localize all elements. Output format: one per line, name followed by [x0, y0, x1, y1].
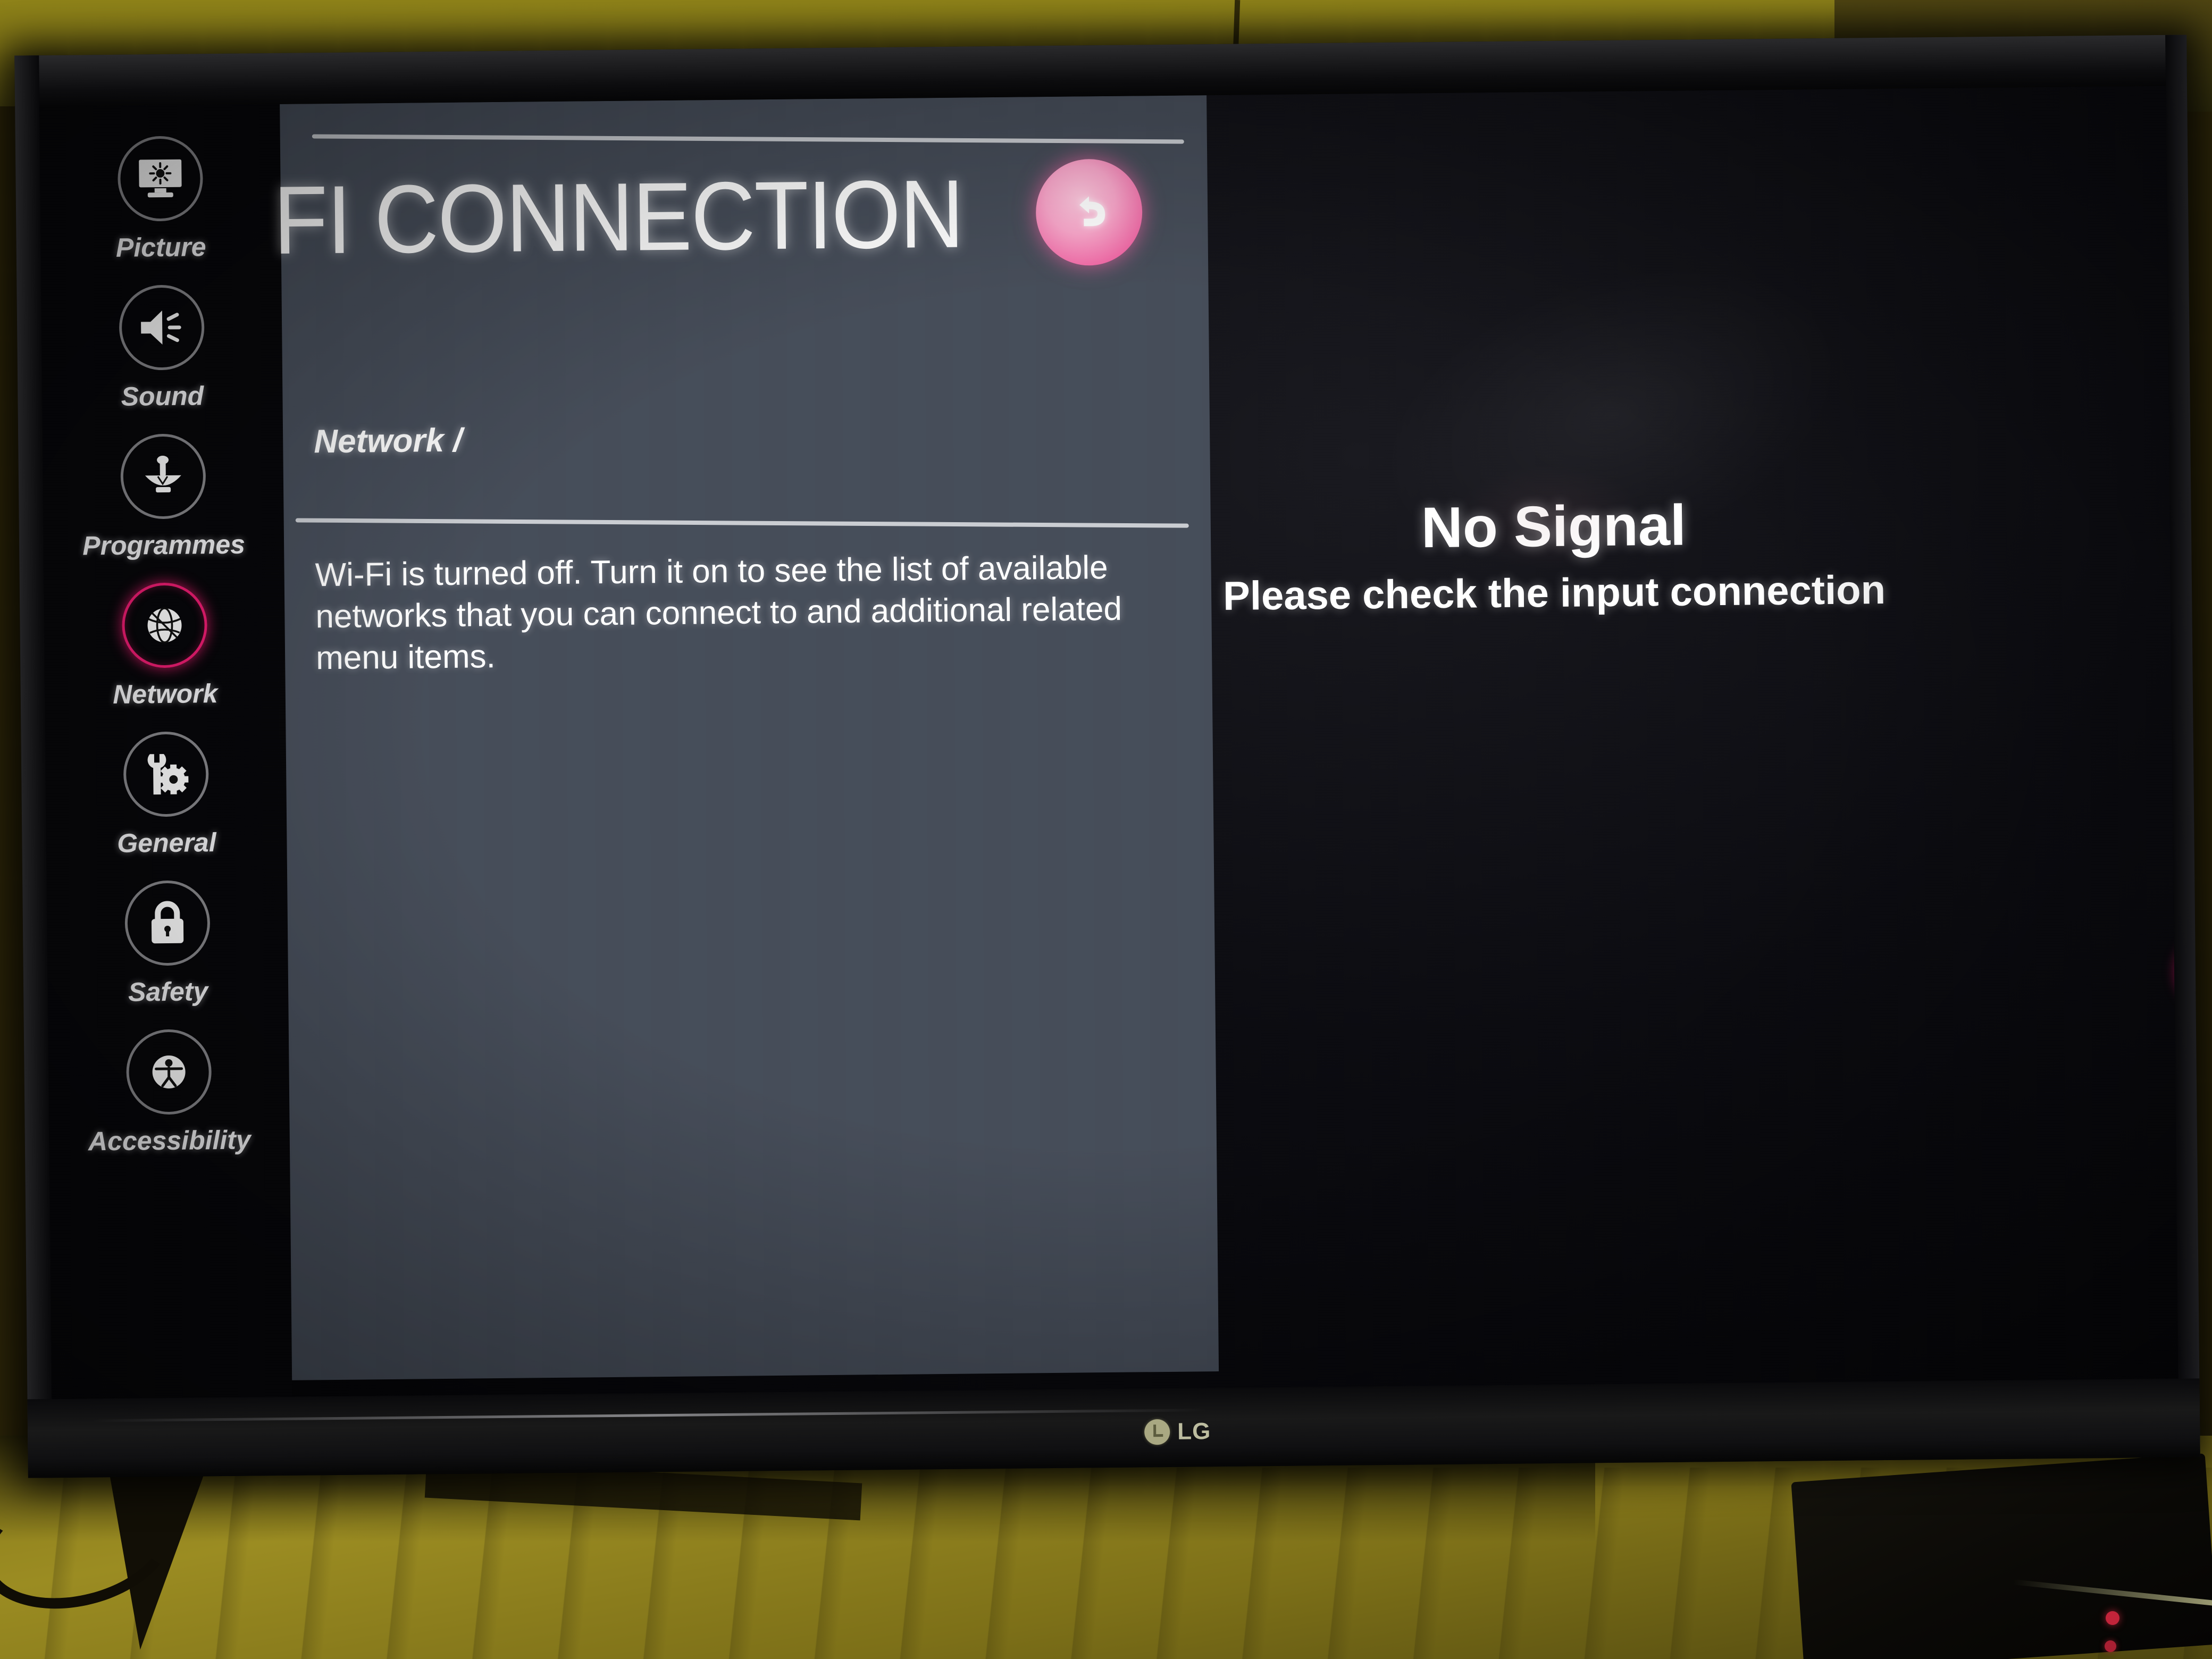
sidebar-item-programmes[interactable]: Programmes: [43, 433, 284, 562]
sidebar-item-picture[interactable]: Picture: [40, 135, 281, 264]
picture-monitor-icon: [137, 158, 184, 199]
no-signal-title: No Signal: [1421, 492, 1687, 560]
lg-logo: LG: [1144, 1418, 1211, 1445]
tv-screen: No Signal Please check the input connect…: [39, 86, 2179, 1400]
sidebar-item-network[interactable]: Network: [44, 582, 286, 710]
settings-panel: FI CONNECTION Network / Wi-Fi is turned …: [273, 95, 1219, 1380]
sidebar-item-safety[interactable]: Safety: [47, 879, 288, 1008]
sidebar-item-ring: [117, 136, 204, 222]
sidebar-item-accessibility[interactable]: Accessibility: [48, 1028, 290, 1157]
sidebar-item-label: Picture: [115, 232, 206, 263]
photo-scene: LG No Signal Please check the input conn…: [0, 0, 2212, 1659]
sidebar-item-ring: [123, 731, 210, 817]
sidebar-item-label: Network: [112, 678, 218, 709]
sidebar-item-ring: [120, 433, 206, 520]
panel-body-text: Wi-Fi is turned off. Turn it on to see t…: [315, 549, 1122, 677]
panel-top-divider: [312, 134, 1184, 144]
bezel-glint: [91, 1409, 1208, 1422]
device-led-indicator: [2106, 1611, 2119, 1625]
sidebar-item-ring: [124, 880, 211, 966]
back-arrow-icon: [1063, 187, 1115, 238]
lg-mark-icon: [1144, 1419, 1170, 1445]
sidebar-item-label: General: [117, 827, 216, 858]
sidebar-item-general[interactable]: General: [45, 731, 287, 859]
sidebar-item-sound[interactable]: Sound: [41, 284, 282, 413]
sidebar-item-label: Sound: [121, 381, 204, 412]
sidebar-item-ring: [119, 284, 205, 371]
panel-mid-divider: [295, 518, 1189, 528]
tv-chassis: LG No Signal Please check the input conn…: [14, 35, 2200, 1478]
sidebar-item-label: Accessibility: [88, 1125, 251, 1157]
wrench-gear-icon: [143, 752, 190, 797]
breadcrumb: Network /: [313, 422, 463, 460]
globe-icon: [142, 603, 187, 648]
settings-overlay: Picture Sound Programmes Network General…: [39, 95, 1219, 1400]
sidebar-nav-list: Picture Sound Programmes Network General…: [40, 135, 290, 1179]
no-signal-message: No Signal Please check the input connect…: [1096, 492, 2012, 620]
bottom-right-device: [1791, 1453, 2212, 1659]
accessibility-person-icon: [146, 1050, 191, 1095]
panel-header: FI CONNECTION: [273, 158, 1208, 274]
sidebar-item-label: Safety: [128, 976, 208, 1007]
device-led-indicator-secondary: [2105, 1640, 2116, 1652]
back-button[interactable]: [1035, 158, 1143, 266]
sidebar-item-ring: [125, 1029, 212, 1115]
lg-wordmark: LG: [1177, 1418, 1211, 1445]
speaker-icon: [138, 307, 186, 348]
satellite-dish-icon: [139, 455, 187, 498]
sidebar-item-label: Programmes: [82, 529, 246, 561]
padlock-icon: [147, 900, 188, 947]
settings-sidebar: Picture Sound Programmes Network General…: [39, 104, 292, 1400]
no-signal-subtitle: Please check the input connection: [1222, 567, 1886, 619]
page-title: FI CONNECTION: [273, 159, 964, 275]
sidebar-item-ring-active: [121, 582, 208, 668]
